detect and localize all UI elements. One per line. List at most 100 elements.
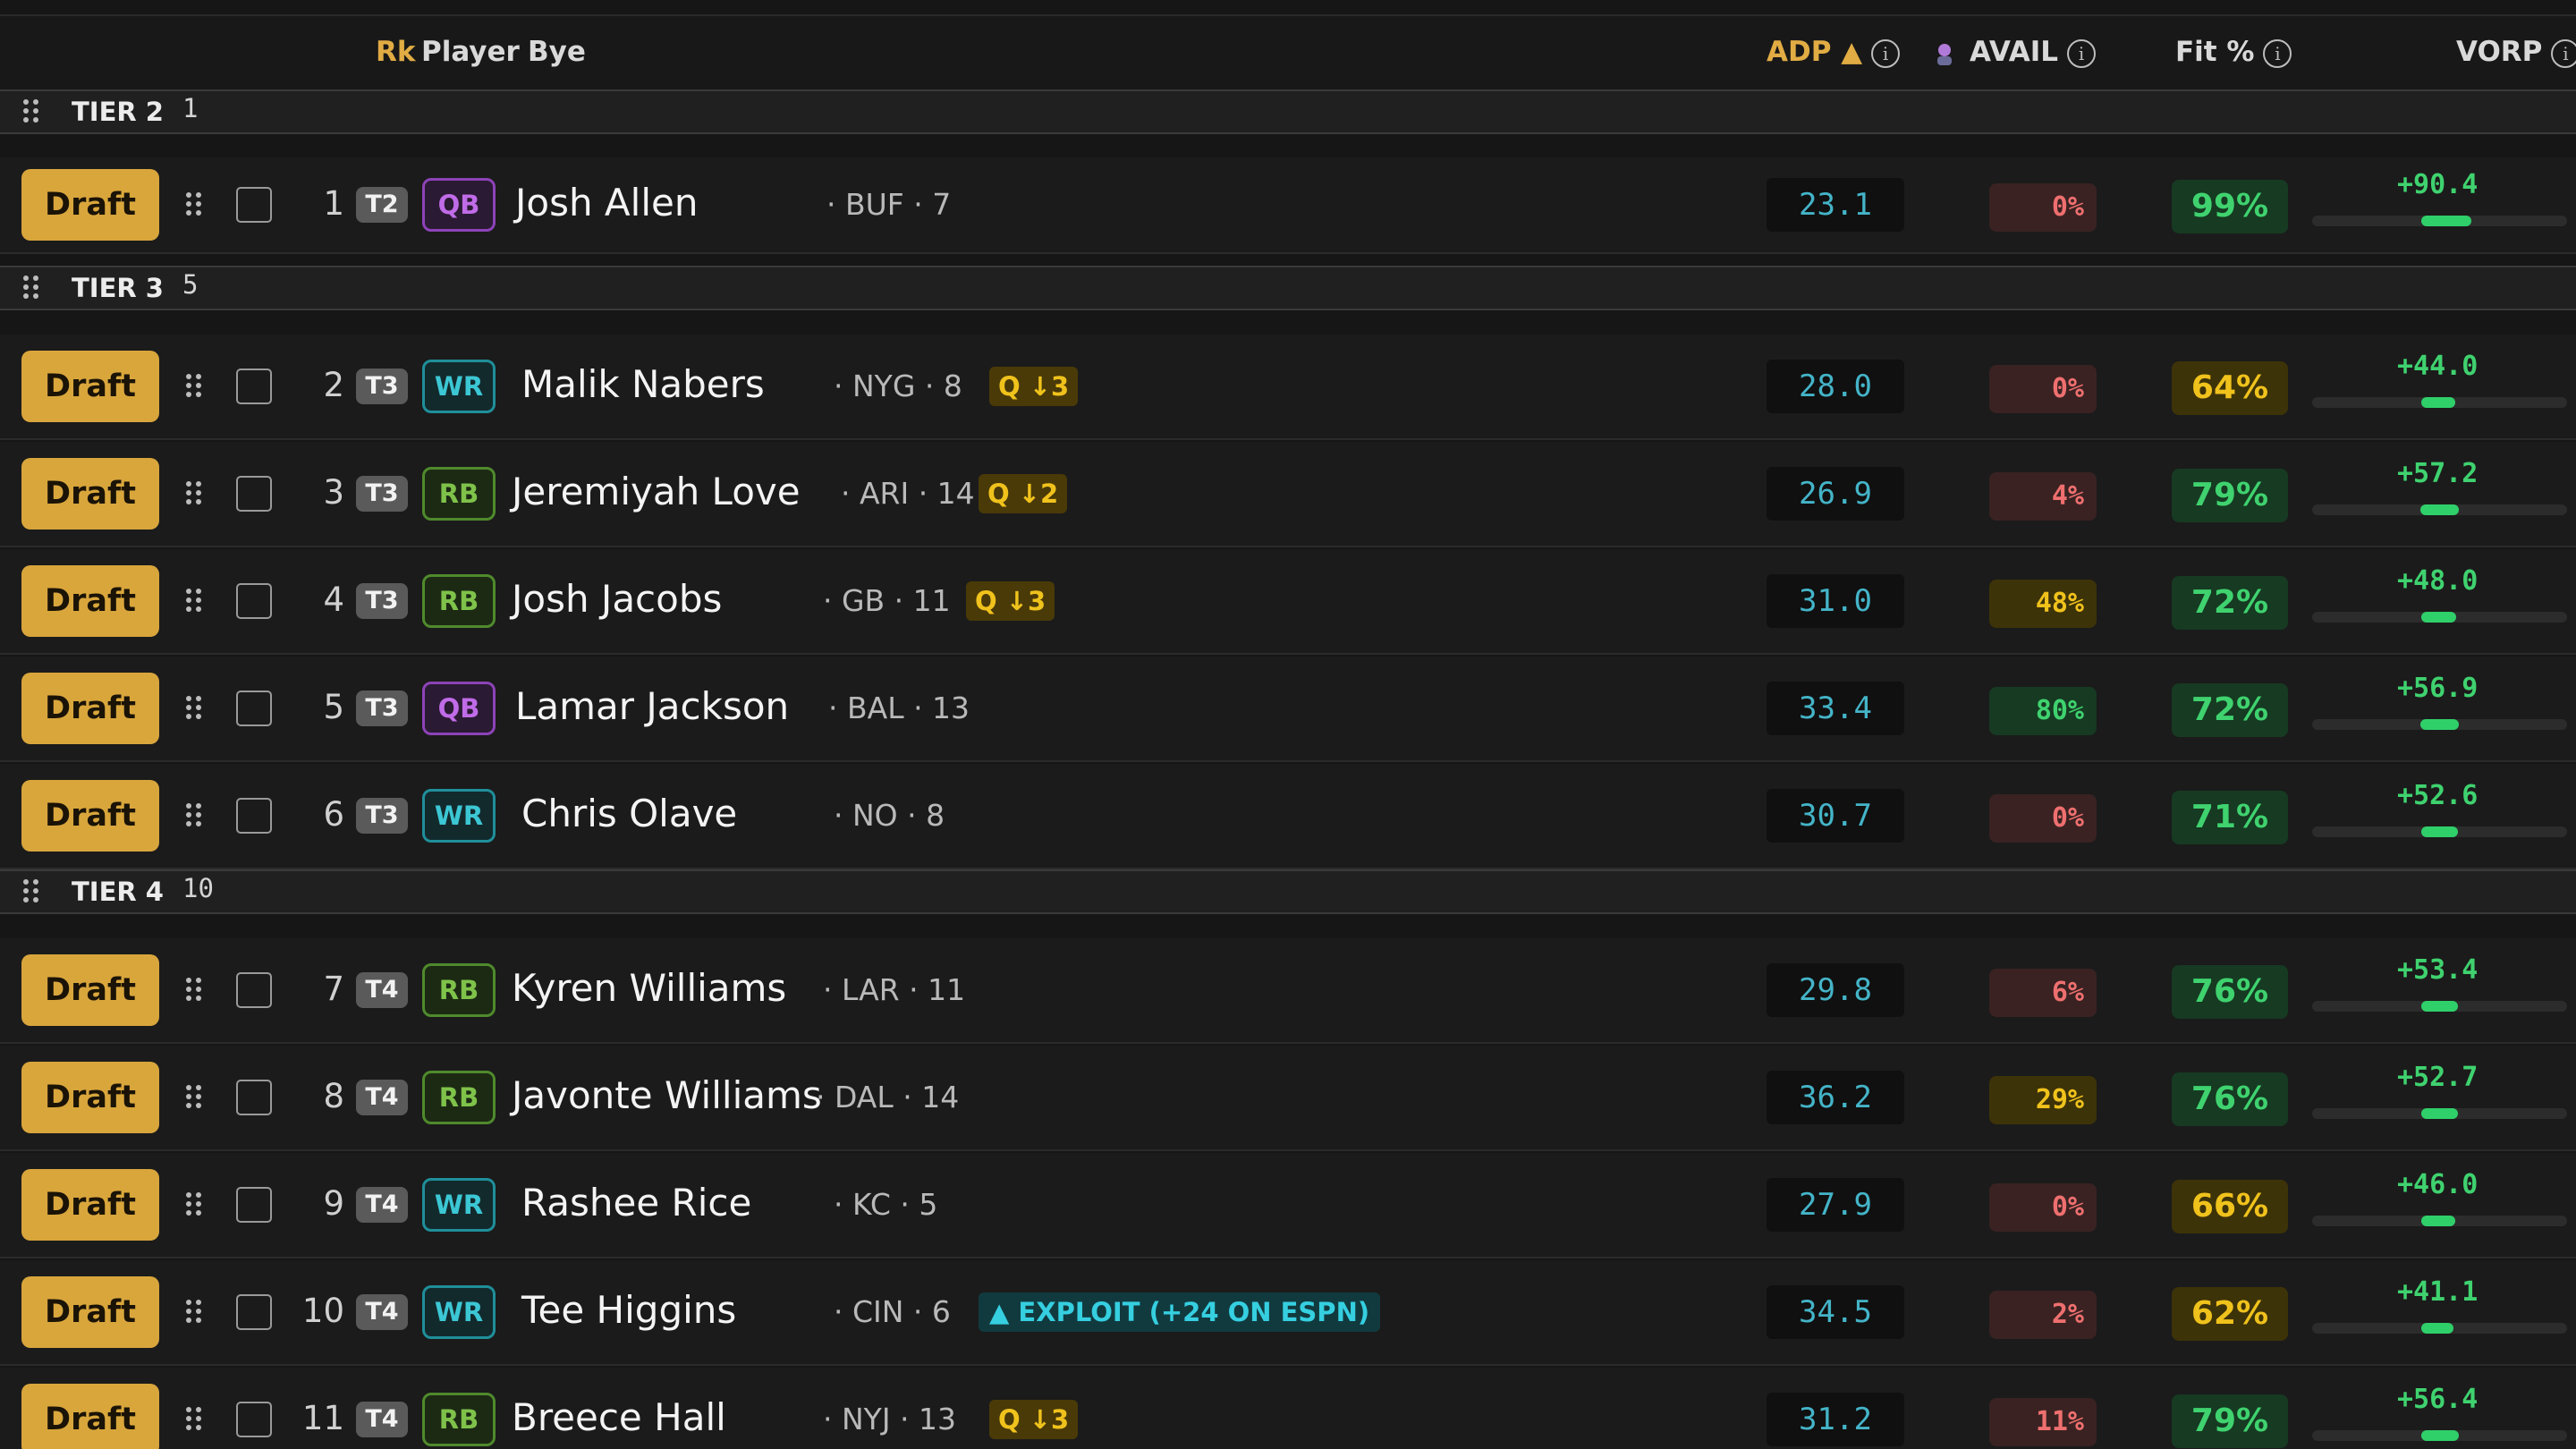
player-row[interactable]: Draft 3 T3 RB Jeremiyah Love · ARI · 14 Q ↓2 26… — [0, 442, 2576, 547]
select-checkbox[interactable] — [236, 369, 272, 404]
vorp-value: +41.1 — [2397, 1276, 2479, 1308]
player-name[interactable]: Lamar Jackson — [515, 684, 789, 728]
header-avail[interactable]: AVAIL i — [1932, 36, 2097, 68]
select-checkbox[interactable] — [236, 972, 272, 1008]
player-name[interactable]: Jeremiyah Love — [512, 470, 801, 513]
player-rank: 8 — [323, 1077, 344, 1115]
player-name[interactable]: Chris Olave — [521, 792, 737, 835]
select-checkbox[interactable] — [236, 476, 272, 512]
player-name[interactable]: Josh Allen — [515, 181, 698, 225]
player-row[interactable]: Draft 1 T2 QB Josh Allen · BUF · 7 23.1 0% 99% +9… — [0, 157, 2576, 254]
select-checkbox[interactable] — [236, 1402, 272, 1437]
tier-header: TIER 3 5 — [0, 266, 2576, 310]
vorp-bar-fill — [2421, 216, 2471, 226]
drag-handle-icon[interactable] — [23, 879, 41, 904]
tier-count: 1 — [182, 93, 199, 123]
player-row[interactable]: Draft 6 T3 WR Chris Olave · NO · 8 30.7 0% 71% +5… — [0, 764, 2576, 869]
drag-handle-icon[interactable] — [186, 1192, 202, 1217]
drag-handle-icon[interactable] — [186, 1085, 202, 1110]
position-badge: RB — [422, 963, 496, 1017]
drag-handle-icon[interactable] — [186, 1300, 202, 1325]
tier-badge: T2 — [356, 187, 408, 223]
info-icon[interactable]: i — [2263, 38, 2292, 68]
draft-button[interactable]: Draft — [21, 169, 159, 241]
position-badge: RB — [422, 1071, 496, 1124]
queue-badge[interactable]: Q ↓3 — [966, 581, 1055, 621]
draft-button[interactable]: Draft — [21, 351, 159, 422]
player-row[interactable]: Draft 8 T4 RB Javonte Williams · DAL · 14 36.2… — [0, 1046, 2576, 1151]
player-name[interactable]: Tee Higgins — [521, 1288, 736, 1332]
select-checkbox[interactable] — [236, 1187, 272, 1223]
vorp-bar-track — [2312, 504, 2567, 515]
queue-badge[interactable]: Q ↓2 — [979, 474, 1068, 513]
vorp-bar-fill — [2421, 1001, 2458, 1012]
header-rank[interactable]: Rk — [376, 36, 416, 68]
position-badge: WR — [422, 1178, 496, 1232]
drag-handle-icon[interactable] — [186, 481, 202, 506]
draft-button[interactable]: Draft — [21, 954, 159, 1026]
select-checkbox[interactable] — [236, 1294, 272, 1330]
drag-handle-icon[interactable] — [186, 803, 202, 828]
header-player[interactable]: Player — [421, 36, 520, 68]
draft-button[interactable]: Draft — [21, 565, 159, 637]
drag-handle-icon[interactable] — [23, 99, 41, 124]
avail-value: 80% — [1989, 687, 2097, 735]
info-icon[interactable]: i — [1871, 38, 1901, 68]
draft-button[interactable]: Draft — [21, 780, 159, 852]
team-bye: · DAL · 14 — [816, 1080, 960, 1114]
player-name[interactable]: Javonte Williams — [512, 1073, 822, 1117]
select-checkbox[interactable] — [236, 1080, 272, 1115]
player-name[interactable]: Malik Nabers — [521, 362, 765, 406]
team-bye: · BUF · 7 — [826, 187, 952, 222]
info-icon[interactable]: i — [2551, 38, 2576, 68]
drag-handle-icon[interactable] — [186, 589, 202, 614]
select-checkbox[interactable] — [236, 187, 272, 223]
header-fit[interactable]: Fit % i — [2175, 36, 2292, 68]
header-bye[interactable]: Bye — [528, 36, 586, 68]
draft-button[interactable]: Draft — [21, 673, 159, 744]
drag-handle-icon[interactable] — [186, 696, 202, 721]
team-bye: · LAR · 11 — [823, 972, 966, 1007]
player-row[interactable]: Draft 5 T3 QB Lamar Jackson · BAL · 13 33.4 80%… — [0, 657, 2576, 762]
player-name[interactable]: Josh Jacobs — [512, 577, 722, 621]
adp-value: 28.0 — [1767, 360, 1904, 413]
draft-button[interactable]: Draft — [21, 1169, 159, 1241]
draft-button[interactable]: Draft — [21, 458, 159, 530]
player-name[interactable]: Breece Hall — [512, 1395, 726, 1439]
vorp-bar-fill — [2421, 1323, 2453, 1334]
draft-button[interactable]: Draft — [21, 1062, 159, 1133]
avail-value: 4% — [1989, 472, 2097, 521]
header-adp[interactable]: ADP ▲ i — [1767, 36, 1901, 68]
team-bye: · NYJ · 13 — [823, 1402, 957, 1436]
drag-handle-icon[interactable] — [23, 275, 41, 301]
fit-value: 76% — [2172, 965, 2288, 1019]
select-checkbox[interactable] — [236, 798, 272, 834]
draft-button[interactable]: Draft — [21, 1276, 159, 1348]
draft-button[interactable]: Draft — [21, 1384, 159, 1449]
tier-count: 10 — [182, 873, 214, 903]
drag-handle-icon[interactable] — [186, 374, 202, 399]
player-row[interactable]: Draft 9 T4 WR Rashee Rice · KC · 5 27.9 0% 66% +4… — [0, 1153, 2576, 1258]
exploit-badge[interactable]: ▲ EXPLOIT (+24 ON ESPN) — [979, 1292, 1381, 1332]
player-row[interactable]: Draft 4 T3 RB Josh Jacobs · GB · 11 Q ↓3 31.0 48… — [0, 549, 2576, 655]
queue-badge[interactable]: Q ↓3 — [989, 367, 1079, 406]
fit-value: 79% — [2172, 469, 2288, 522]
player-row[interactable]: Draft 10 T4 WR Tee Higgins · CIN · 6 ▲ EXPLOIT… — [0, 1260, 2576, 1366]
drag-handle-icon[interactable] — [186, 192, 202, 217]
info-icon[interactable]: i — [2067, 38, 2097, 68]
header-vorp[interactable]: VORP i — [2456, 36, 2576, 68]
drag-handle-icon[interactable] — [186, 978, 202, 1003]
select-checkbox[interactable] — [236, 691, 272, 726]
select-checkbox[interactable] — [236, 583, 272, 619]
adp-value: 30.7 — [1767, 789, 1904, 843]
player-row[interactable]: Draft 2 T3 WR Malik Nabers · NYG · 8 Q ↓3 28.0 0… — [0, 335, 2576, 440]
queue-badge[interactable]: Q ↓3 — [989, 1400, 1079, 1439]
vorp-bar-track — [2312, 826, 2567, 837]
player-name[interactable]: Rashee Rice — [521, 1181, 751, 1224]
player-row[interactable]: Draft 11 T4 RB Breece Hall · NYJ · 13 Q ↓3 31.2… — [0, 1368, 2576, 1449]
player-row[interactable]: Draft 7 T4 RB Kyren Williams · LAR · 11 29.8 6%… — [0, 938, 2576, 1044]
drag-handle-icon[interactable] — [186, 1407, 202, 1432]
player-name[interactable]: Kyren Williams — [512, 966, 786, 1010]
vorp-value: +57.2 — [2397, 458, 2479, 489]
adp-value: 36.2 — [1767, 1071, 1904, 1124]
